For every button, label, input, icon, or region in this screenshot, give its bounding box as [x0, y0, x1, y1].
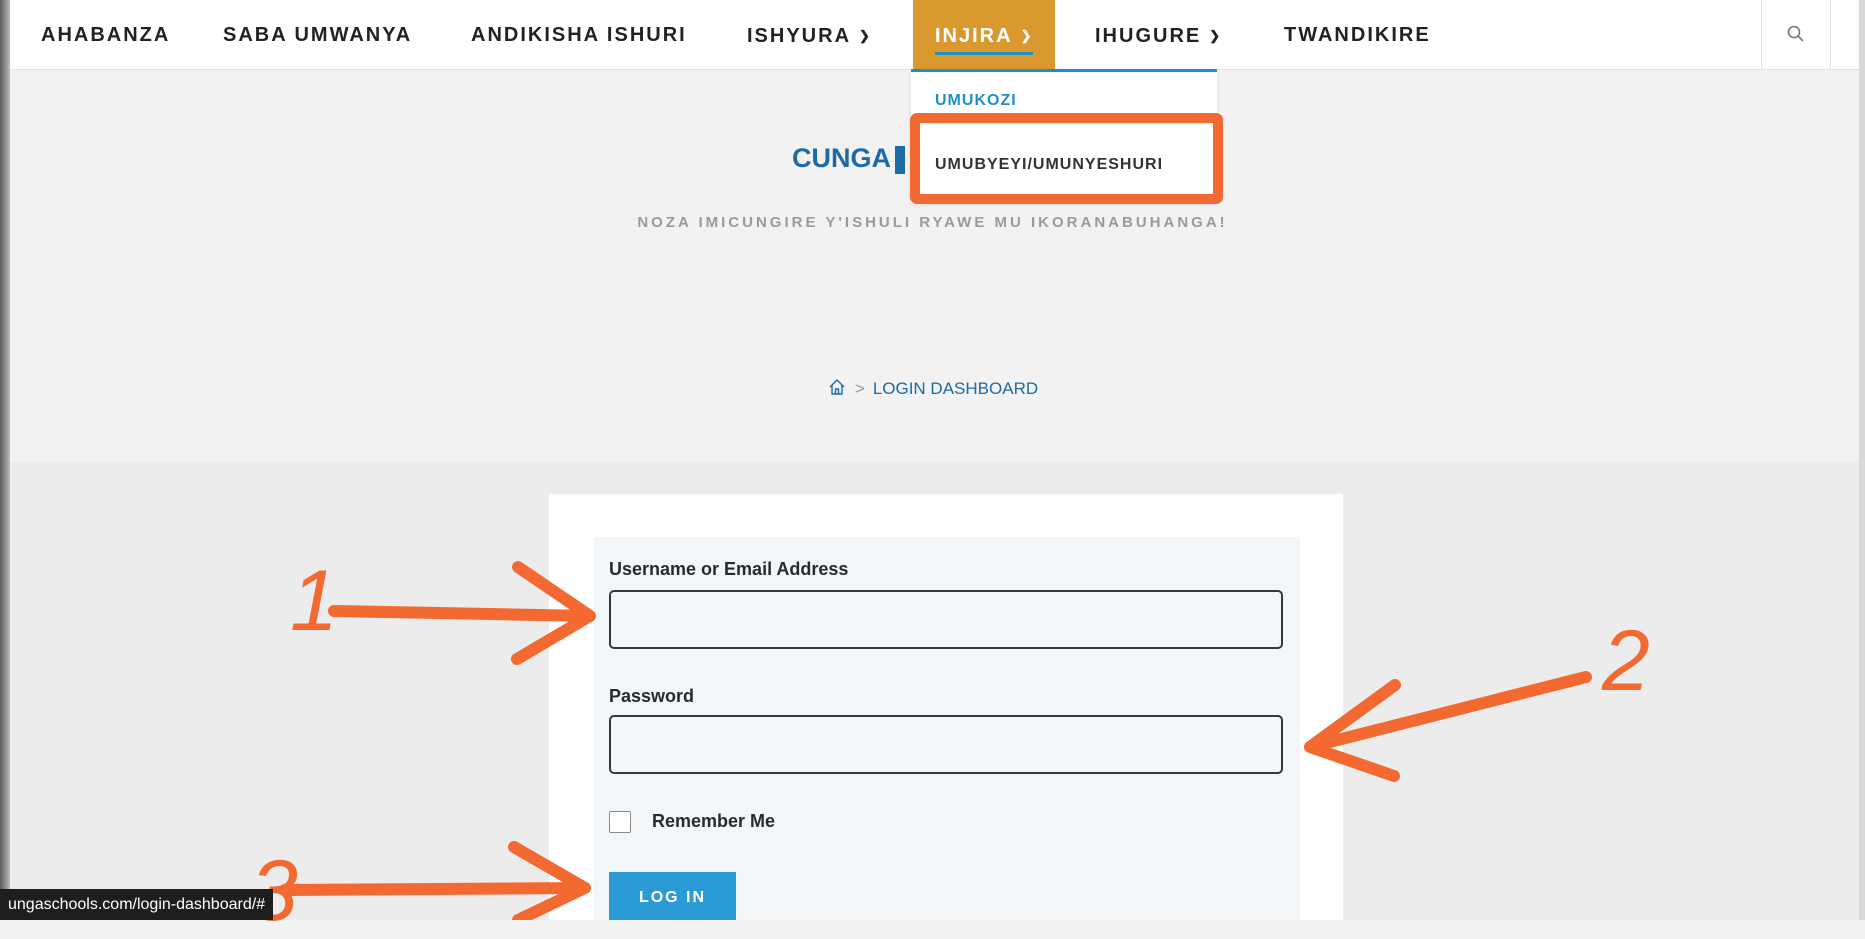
- annotation-arrow-2: [1304, 671, 1592, 782]
- annotation-arrows: [279, 561, 1592, 920]
- browser-status-bar: ungaschools.com/login-dashboard/#: [0, 889, 274, 920]
- annotation-label-2: 2: [1602, 613, 1650, 709]
- annotation-label-1: 1: [290, 553, 338, 649]
- annotation-arrow-3: [279, 841, 591, 920]
- annotation-arrow-1: [328, 561, 596, 665]
